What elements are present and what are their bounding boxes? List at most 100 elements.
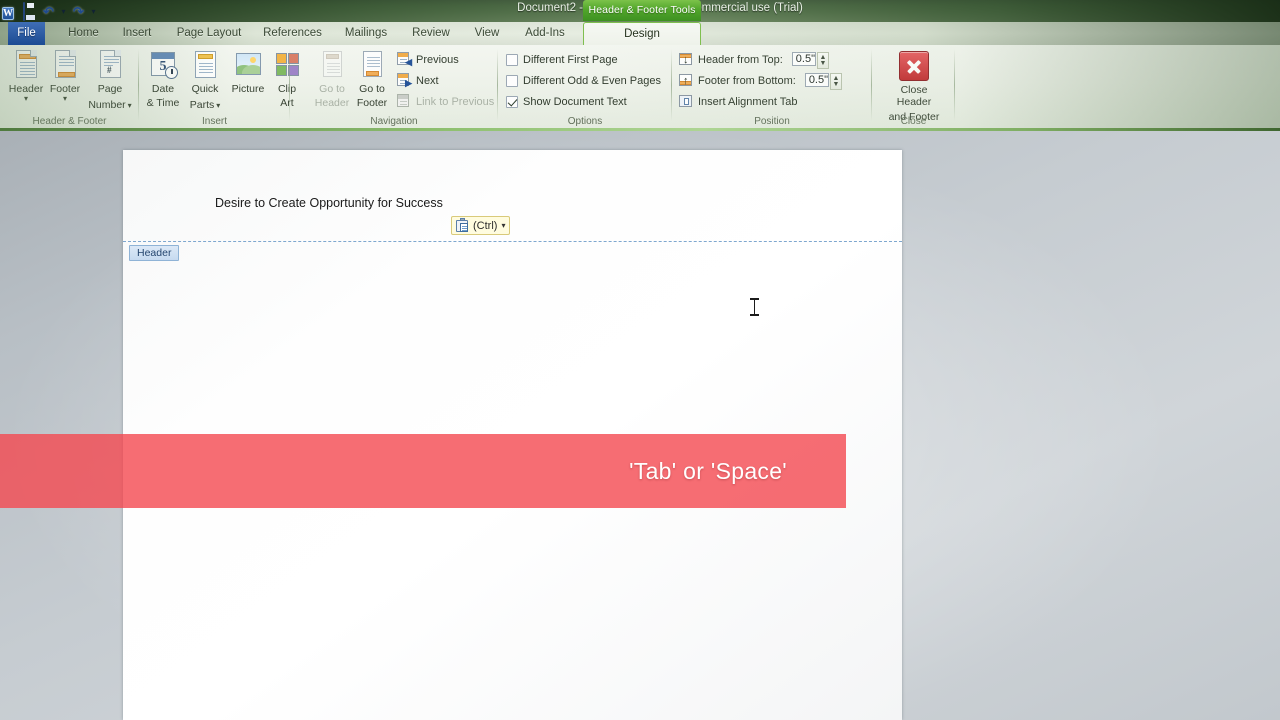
tab-review[interactable]: Review (403, 22, 459, 45)
footer-from-bottom-spin-arrows[interactable]: ▲ ▼ (830, 73, 843, 90)
header-from-top-spin-arrows[interactable]: ▲ ▼ (817, 52, 829, 69)
close-header-and-footer-button[interactable]: Close Header and Footer (888, 51, 940, 123)
footer-from-bottom-spinner[interactable]: 0.5" ▲ ▼ (804, 73, 843, 90)
group-label-position: Position (754, 116, 790, 127)
different-odd-even-pages-option[interactable]: Different Odd & Even Pages (506, 72, 661, 89)
page-number-label-line2: Number (88, 99, 126, 111)
ribbon: Header ▾ Footer ▾ # Page Number ▾ Header… (0, 45, 1280, 128)
paste-clipboard-icon (456, 217, 470, 233)
date-and-time-button[interactable]: 5 Date & Time (141, 49, 185, 109)
date-time-label-line2: & Time (146, 97, 180, 109)
group-label-insert: Insert (201, 116, 227, 127)
insert-alignment-tab-label: Insert Alignment Tab (698, 95, 798, 108)
quick-parts-label-line2: Parts (189, 99, 215, 111)
go-to-header-icon (316, 49, 348, 81)
go-to-footer-label-line1: Go to (359, 83, 385, 95)
ribbon-group-options: Different First Page Different Odd & Eve… (498, 45, 672, 128)
instruction-banner-text: 'Tab' or 'Space' (629, 457, 787, 484)
quick-parts-icon (189, 49, 221, 81)
quick-parts-label-line1: Quick (191, 83, 219, 95)
go-to-footer-button[interactable]: Go to Footer (350, 49, 394, 109)
different-first-page-label: Different First Page (523, 53, 618, 66)
group-label-close: Close (900, 116, 927, 127)
tab-add-ins[interactable]: Add-Ins (516, 22, 574, 45)
quick-parts-dropdown-icon[interactable]: ▾ (216, 102, 220, 110)
footer-from-bottom-icon: ↑ (678, 73, 693, 88)
tab-mailings[interactable]: Mailings (335, 22, 397, 45)
show-document-text-label: Show Document Text (523, 95, 627, 108)
tab-insert[interactable]: Insert (113, 22, 161, 45)
header-from-top-row: ↓ Header from Top: 0.5" ▲ ▼ (678, 51, 829, 69)
tab-references[interactable]: References (254, 22, 331, 45)
close-header-footer-label-line1: Close Header (896, 84, 932, 108)
link-to-previous-icon (396, 94, 411, 109)
previous-label: Previous (416, 53, 459, 66)
page-number-dropdown-icon[interactable]: ▾ (128, 102, 132, 110)
insert-alignment-tab-button[interactable]: Insert Alignment Tab (678, 93, 797, 110)
picture-label: Picture (231, 83, 265, 95)
paste-options-dropdown-icon[interactable]: ▾ (501, 221, 505, 230)
footer-icon (49, 49, 81, 81)
ribbon-group-position: ↓ Header from Top: 0.5" ▲ ▼ ↑ Footer from… (672, 45, 872, 128)
next-button[interactable]: ▶ Next (396, 72, 439, 89)
date-time-label-line1: Date (151, 83, 175, 95)
group-label-navigation: Navigation (370, 116, 418, 127)
tab-design[interactable]: Design (583, 22, 701, 45)
page-number-button[interactable]: # Page Number ▾ (83, 49, 137, 113)
header-from-top-spinner[interactable]: 0.5" ▲ ▼ (791, 52, 829, 69)
ribbon-group-close: Close Header and Footer Close (872, 45, 955, 128)
different-first-page-checkbox[interactable] (506, 53, 518, 66)
header-from-top-value[interactable]: 0.5" (791, 52, 816, 66)
previous-icon: ◀ (396, 52, 412, 67)
go-to-footer-icon (356, 49, 388, 81)
header-from-top-icon: ↓ (678, 52, 693, 67)
header-region-marker: Header (129, 245, 180, 261)
group-label-options: Options (567, 116, 603, 127)
word-application-window: W ↶ ▾ ↷ ▾ Document2 - Microsoft Word non… (0, 0, 1280, 720)
go-to-footer-label-line2: Footer (356, 97, 388, 109)
ribbon-group-insert: 5 Date & Time Quick Parts ▾ Picture Clip… (139, 45, 299, 128)
paste-options-label: (Ctrl) (473, 219, 498, 232)
paste-options-button[interactable]: (Ctrl) ▾ (451, 216, 511, 235)
ribbon-group-header-footer: Header ▾ Footer ▾ # Page Number ▾ Header… (0, 45, 139, 128)
go-to-header-label-line2: Header (314, 97, 350, 109)
different-odd-even-pages-label: Different Odd & Even Pages (523, 74, 661, 87)
insert-alignment-tab-icon (678, 94, 693, 109)
tab-file[interactable]: File (8, 22, 45, 45)
title-bar: W ↶ ▾ ↷ ▾ Document2 - Microsoft Word non… (0, 0, 1280, 22)
instruction-banner-overlay: 'Tab' or 'Space' (0, 434, 846, 508)
show-document-text-checkbox[interactable] (506, 95, 518, 108)
page-number-label-line1: Page (97, 83, 123, 95)
footer-dropdown-icon[interactable]: ▾ (41, 95, 89, 103)
go-to-header-button[interactable]: Go to Header (310, 49, 354, 109)
group-label-header-footer: Header & Footer (32, 116, 107, 127)
ribbon-group-navigation: Go to Header Go to Footer ◀ Previous ▶ N… (290, 45, 498, 128)
picture-icon (232, 49, 264, 81)
ribbon-tab-strip: File Home Insert Page Layout References … (0, 22, 1280, 45)
link-to-previous-button[interactable]: Link to Previous (396, 93, 494, 110)
picture-button[interactable]: Picture (225, 49, 271, 95)
different-first-page-option[interactable]: Different First Page (506, 51, 618, 68)
quick-parts-button[interactable]: Quick Parts ▾ (183, 49, 227, 113)
next-icon: ▶ (396, 73, 412, 88)
header-boundary-divider (123, 241, 902, 242)
header-paragraph-text[interactable]: Desire to Create Opportunity for Success (215, 196, 443, 210)
header-from-top-label: Header from Top: (698, 53, 783, 66)
footer-from-bottom-row: ↑ Footer from Bottom: 0.5" ▲ ▼ (678, 72, 843, 90)
close-icon (899, 51, 929, 81)
date-time-icon: 5 (147, 49, 179, 81)
next-label: Next (416, 74, 439, 87)
previous-button[interactable]: ◀ Previous (396, 51, 459, 68)
footer-from-bottom-label: Footer from Bottom: (698, 74, 796, 87)
different-odd-even-pages-checkbox[interactable] (506, 74, 518, 87)
tab-page-layout[interactable]: Page Layout (167, 22, 251, 45)
page-number-icon: # (94, 49, 126, 81)
footer-from-bottom-value[interactable]: 0.5" (804, 73, 830, 87)
tab-home[interactable]: Home (60, 22, 107, 45)
footer-button[interactable]: Footer ▾ (41, 49, 89, 103)
document-workspace[interactable]: Desire to Create Opportunity for Success… (0, 131, 1280, 720)
go-to-header-label-line1: Go to (319, 83, 345, 95)
tab-view[interactable]: View (464, 22, 510, 45)
show-document-text-option[interactable]: Show Document Text (506, 93, 627, 110)
text-cursor-ibeam (750, 297, 759, 317)
